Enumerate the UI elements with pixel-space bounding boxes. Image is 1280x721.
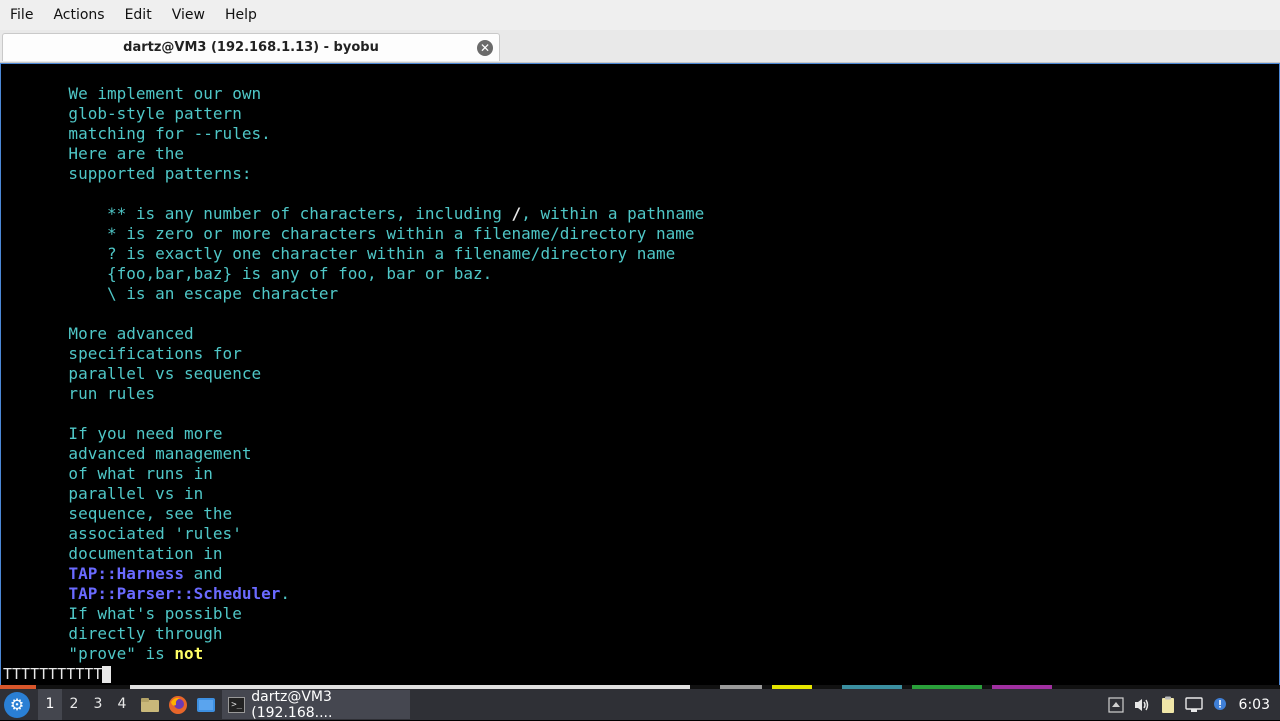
terminal-text: If what's possible — [1, 604, 242, 623]
desktop-icon[interactable] — [194, 693, 218, 717]
close-tab-icon[interactable]: ✕ — [477, 40, 493, 56]
workspace-3[interactable]: 3 — [86, 689, 110, 720]
terminal-text: If you need more — [1, 424, 223, 443]
terminal-text: We implement our own — [1, 84, 262, 103]
terminal-text: supported patterns: — [1, 164, 252, 183]
menu-edit[interactable]: Edit — [115, 0, 162, 30]
menu-actions[interactable]: Actions — [43, 0, 114, 30]
terminal-line: \ is an escape character — [1, 284, 704, 304]
terminal-view[interactable]: We implement our own glob-style pattern … — [0, 63, 1280, 687]
terminal-text: "prove" is — [1, 644, 175, 663]
terminal-line: {foo,bar,baz} is any of foo, bar or baz. — [1, 264, 704, 284]
task-label: dartz@VM3 (192.168.... — [251, 688, 333, 721]
start-menu-icon[interactable]: ⚙ — [4, 691, 30, 718]
text-cursor — [102, 666, 112, 683]
terminal-line: sequence, see the — [1, 504, 704, 524]
terminal-output: We implement our own glob-style pattern … — [1, 84, 704, 664]
clock[interactable]: 6:03 — [1233, 697, 1280, 713]
terminal-line: run rules — [1, 384, 704, 404]
terminal-line: parallel vs sequence — [1, 364, 704, 384]
terminal-line: Here are the — [1, 144, 704, 164]
terminal-line: advanced management — [1, 444, 704, 464]
terminal-line: of what runs in — [1, 464, 704, 484]
terminal-text: . — [280, 584, 290, 603]
terminal-line: * is zero or more characters within a fi… — [1, 224, 704, 244]
terminal-text: associated 'rules' — [1, 524, 242, 543]
terminal-line: TAP::Parser::Scheduler. — [1, 584, 704, 604]
terminal-text: of what runs in — [1, 464, 213, 483]
terminal-text: parallel vs sequence — [1, 364, 262, 383]
terminal-line: If what's possible — [1, 604, 704, 624]
terminal-text: \ is an escape character — [1, 284, 339, 303]
terminal-text: TAP::Parser::Scheduler — [68, 584, 281, 603]
terminal-line: parallel vs in — [1, 484, 704, 504]
terminal-line: documentation in — [1, 544, 704, 564]
network-icon[interactable] — [1181, 693, 1207, 717]
terminal-line: specifications for — [1, 344, 704, 364]
terminal-text: and — [184, 564, 223, 583]
terminal-line: If you need more — [1, 424, 704, 444]
terminal-text: * is zero or more characters within a fi… — [1, 224, 695, 243]
taskbar: ⚙ 1 2 3 4 >_ dartz@VM3 (192.168.... 6:03 — [0, 688, 1280, 721]
terminal-line: We implement our own — [1, 84, 704, 104]
menu-file[interactable]: File — [0, 0, 43, 30]
terminal-text: TAP::Harness — [68, 564, 185, 583]
tab-bar: dartz@VM3 (192.168.1.13) - byobu ✕ — [0, 30, 1280, 63]
terminal-text: {foo,bar,baz} is any of foo, bar or baz. — [1, 264, 493, 283]
terminal-line: supported patterns: — [1, 164, 704, 184]
menu-bar: File Actions Edit View Help — [0, 0, 1280, 30]
terminal-text: ** is any number of characters, includin… — [1, 204, 512, 223]
taskbar-task-terminal[interactable]: >_ dartz@VM3 (192.168.... — [222, 688, 410, 721]
terminal-text: / — [511, 204, 522, 223]
prompt-text: TTTTTTTTTTT — [3, 665, 103, 683]
menu-help[interactable]: Help — [215, 0, 267, 30]
terminal-text: advanced management — [1, 444, 252, 463]
file-manager-icon[interactable] — [138, 693, 162, 717]
workspace-4[interactable]: 4 — [110, 689, 134, 720]
up-arrow-icon[interactable] — [1103, 693, 1129, 717]
terminal-line: ** is any number of characters, includin… — [1, 204, 704, 224]
terminal-prompt-line[interactable]: TTTTTTTTTTT — [3, 664, 112, 684]
terminal-line: TAP::Harness and — [1, 564, 704, 584]
terminal-line: glob-style pattern — [1, 104, 704, 124]
workspace-2[interactable]: 2 — [62, 689, 86, 720]
terminal-text: matching for --rules. — [1, 124, 271, 143]
notification-icon[interactable] — [1207, 693, 1233, 717]
terminal-text: parallel vs in — [1, 484, 204, 503]
terminal-text: ? is exactly one character within a file… — [1, 244, 676, 263]
terminal-text: specifications for — [1, 344, 242, 363]
terminal-text: glob-style pattern — [1, 104, 242, 123]
terminal-line: ? is exactly one character within a file… — [1, 244, 704, 264]
terminal-text: More advanced — [1, 324, 194, 343]
terminal-text: sequence, see the — [1, 504, 233, 523]
tab-title: dartz@VM3 (192.168.1.13) - byobu — [123, 40, 379, 55]
volume-icon[interactable] — [1129, 693, 1155, 717]
terminal-text: directly through — [1, 624, 223, 643]
terminal-text: documentation in — [1, 544, 223, 563]
terminal-line: directly through — [1, 624, 704, 644]
terminal-text: Here are the — [1, 144, 185, 163]
terminal-icon: >_ — [228, 696, 246, 713]
clipboard-icon[interactable] — [1155, 693, 1181, 717]
terminal-line: associated 'rules' — [1, 524, 704, 544]
terminal-line: matching for --rules. — [1, 124, 704, 144]
terminal-line: "prove" is not — [1, 644, 704, 664]
terminal-line: More advanced — [1, 324, 704, 344]
terminal-text: not — [174, 644, 204, 663]
terminal-text: , within a pathname — [521, 204, 705, 223]
menu-view[interactable]: View — [162, 0, 215, 30]
tab-terminal-session[interactable]: dartz@VM3 (192.168.1.13) - byobu ✕ — [2, 33, 500, 61]
workspace-1[interactable]: 1 — [38, 689, 62, 720]
firefox-icon[interactable] — [166, 693, 190, 717]
terminal-text: run rules — [1, 384, 156, 403]
